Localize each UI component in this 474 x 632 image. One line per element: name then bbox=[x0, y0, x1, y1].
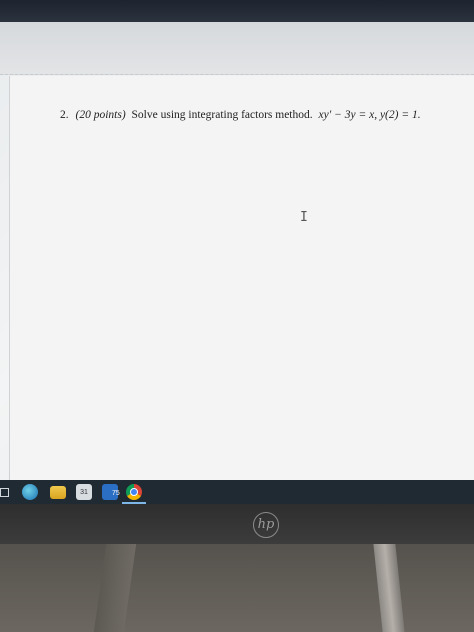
edge-icon[interactable] bbox=[22, 484, 38, 500]
monitor-bottom-bezel: hp bbox=[0, 504, 474, 544]
mail-badge: 75 bbox=[112, 490, 120, 497]
file-explorer-icon[interactable] bbox=[50, 486, 66, 499]
calendar-icon[interactable]: 31 bbox=[76, 484, 92, 500]
viewer-toolbar-area bbox=[0, 22, 474, 75]
question-points: (20 points) bbox=[75, 109, 126, 121]
monitor-top-bezel bbox=[0, 0, 474, 24]
screen: 2. (20 points) Solve using integrating f… bbox=[0, 22, 474, 482]
question-prompt: Solve using integrating factors method. bbox=[131, 109, 313, 121]
question-number: 2. bbox=[60, 109, 69, 121]
hp-logo: hp bbox=[253, 512, 279, 538]
taskbar: 31 75 bbox=[0, 480, 474, 504]
task-view-icon[interactable] bbox=[0, 484, 10, 500]
text-cursor-icon: I bbox=[300, 210, 308, 225]
document-page: 2. (20 points) Solve using integrating f… bbox=[10, 76, 474, 480]
question-2: 2. (20 points) Solve using integrating f… bbox=[60, 109, 421, 121]
question-equation: xy′ − 3y = x, y(2) = 1. bbox=[318, 109, 421, 121]
chrome-icon[interactable] bbox=[126, 484, 142, 500]
